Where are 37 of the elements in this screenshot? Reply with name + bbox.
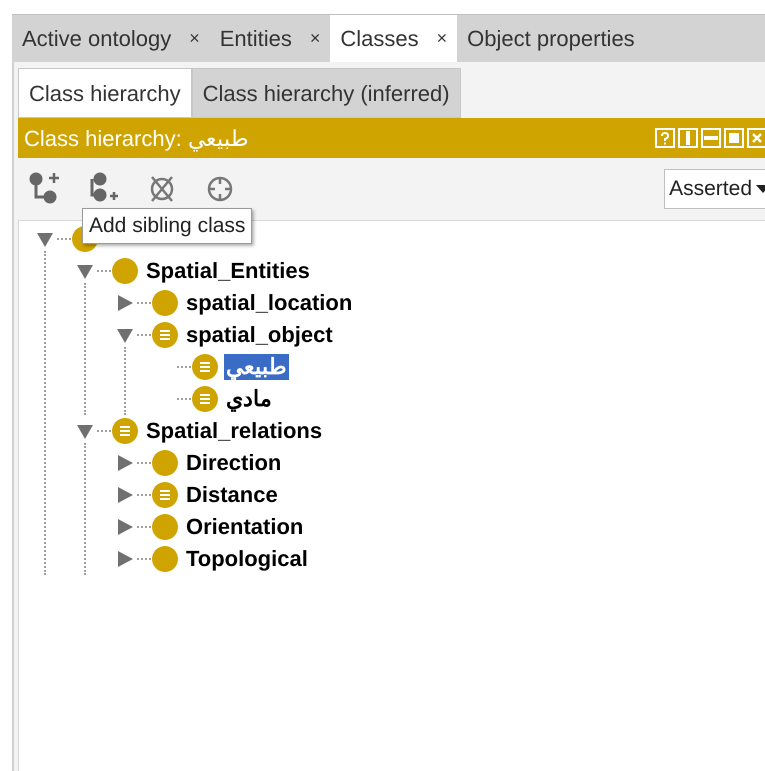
tab[interactable]: Entities × (210, 15, 330, 62)
class-icon (151, 513, 179, 541)
tab[interactable]: Object properties (457, 15, 645, 62)
class-label[interactable]: طبيعي (224, 354, 289, 380)
class-icon (111, 257, 139, 285)
tab[interactable]: Classes × (330, 15, 458, 62)
class-icon (151, 289, 179, 317)
class-label[interactable]: مادي (224, 386, 274, 412)
expand-icon[interactable] (115, 485, 135, 505)
class-label[interactable]: Orientation (184, 514, 306, 540)
class-label[interactable]: spatial_object (184, 322, 335, 348)
class-icon (151, 545, 179, 573)
close-tab-button[interactable]: × (310, 25, 320, 52)
defined-class-icon (111, 417, 139, 445)
class-label[interactable]: Spatial_relations (144, 418, 324, 444)
class-icon (151, 449, 179, 477)
class-label[interactable]: Topological (184, 546, 310, 572)
defined-class-icon (191, 353, 219, 381)
tab[interactable]: Active ontology × (12, 15, 210, 62)
mode-dropdown[interactable]: Asserted (664, 169, 765, 209)
defined-class-icon (151, 481, 179, 509)
class-label[interactable]: Direction (184, 450, 284, 476)
expand-icon[interactable] (115, 453, 135, 473)
tooltip: Add sibling class (82, 208, 252, 244)
class-label[interactable]: spatial_location (184, 290, 354, 316)
view-tab[interactable]: Class hierarchy (inferred) (192, 68, 461, 118)
defined-class-icon (151, 321, 179, 349)
class-label[interactable]: Distance (184, 482, 280, 508)
class-label[interactable]: Spatial_Entities (144, 258, 312, 284)
view-tab[interactable]: Class hierarchy (18, 68, 192, 118)
defined-class-icon (191, 385, 219, 413)
expand-icon[interactable] (115, 293, 135, 313)
expand-icon[interactable] (115, 517, 135, 537)
close-tab-button[interactable]: × (436, 25, 448, 52)
close-tab-button[interactable]: × (189, 25, 200, 52)
expand-icon[interactable] (115, 549, 135, 569)
view-title: Class hierarchy: طبيعي (24, 124, 249, 154)
